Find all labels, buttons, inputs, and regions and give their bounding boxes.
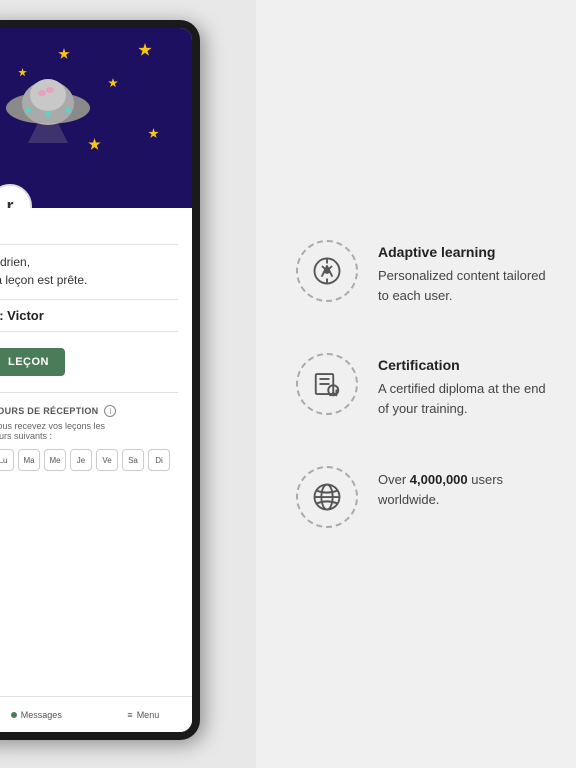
- greeting-text: Adrien,ta leçon est prête.: [0, 253, 178, 289]
- certification-title: Certification: [378, 357, 546, 373]
- compass-icon: [312, 256, 342, 286]
- certification-text: Certification A certified diploma at the…: [378, 353, 546, 418]
- menu-label: Menu: [137, 710, 160, 720]
- info-icon[interactable]: i: [104, 405, 116, 417]
- tablet-screen: r Adrien,ta leçon est prête. 1: Victor L…: [0, 28, 192, 732]
- divider-lesson: [0, 331, 178, 332]
- certificate-icon: [312, 369, 342, 399]
- tablet-content: Adrien,ta leçon est prête. 1: Victor LEÇ…: [0, 208, 192, 481]
- worldwide-desc: Over 4,000,000 users worldwide.: [378, 470, 546, 509]
- ufo-illustration: [0, 53, 103, 143]
- star-decoration: [148, 128, 159, 139]
- messages-label: Messages: [21, 710, 62, 720]
- tablet-header: r: [0, 28, 192, 208]
- days-row: Lu Ma Me Je Ve Sa Di: [0, 449, 178, 471]
- tablet-device: r Adrien,ta leçon est prête. 1: Victor L…: [0, 20, 200, 740]
- day-ve[interactable]: Ve: [96, 449, 118, 471]
- divider-greeting: [0, 299, 178, 300]
- globe-icon: [312, 482, 342, 512]
- reception-desc: Vous recevez vos leçons lesjours suivant…: [0, 421, 178, 441]
- reception-header: JOURS DE RÉCEPTION i: [0, 405, 178, 417]
- adaptive-learning-icon-wrapper: [296, 240, 358, 302]
- adaptive-learning-title: Adaptive learning: [378, 244, 546, 260]
- feature-certification: Certification A certified diploma at the…: [296, 353, 546, 418]
- nav-messages[interactable]: Messages: [11, 710, 62, 720]
- reception-label: JOURS DE RÉCEPTION: [0, 406, 98, 416]
- day-me[interactable]: Me: [44, 449, 66, 471]
- certification-desc: A certified diploma at the end of your t…: [378, 379, 546, 418]
- feature-adaptive-learning: Adaptive learning Personalized content t…: [296, 240, 546, 305]
- features-panel: Adaptive learning Personalized content t…: [256, 0, 576, 768]
- star-decoration: [108, 78, 118, 88]
- lesson-button[interactable]: LEÇON: [0, 348, 65, 376]
- day-sa[interactable]: Sa: [122, 449, 144, 471]
- nav-menu[interactable]: ≡ Menu: [127, 710, 159, 720]
- day-di[interactable]: Di: [148, 449, 170, 471]
- worldwide-icon-wrapper: [296, 466, 358, 528]
- lesson-number-text: 1: Victor: [0, 308, 44, 323]
- lesson-title: 1: Victor: [0, 308, 178, 323]
- day-ma[interactable]: Ma: [18, 449, 40, 471]
- divider-top: [0, 244, 178, 245]
- divider-btn: [0, 392, 178, 393]
- star-decoration: [138, 43, 152, 57]
- reception-section: JOURS DE RÉCEPTION i Vous recevez vos le…: [0, 405, 178, 471]
- worldwide-text: Over 4,000,000 users worldwide.: [378, 466, 546, 509]
- adaptive-learning-desc: Personalized content tailored to each us…: [378, 266, 546, 305]
- day-lu[interactable]: Lu: [0, 449, 14, 471]
- app-logo: r: [0, 184, 32, 208]
- menu-icon: ≡: [127, 710, 132, 720]
- day-je[interactable]: Je: [70, 449, 92, 471]
- certification-icon-wrapper: [296, 353, 358, 415]
- adaptive-learning-text: Adaptive learning Personalized content t…: [378, 240, 546, 305]
- messages-dot: [11, 712, 17, 718]
- tablet-nav: Messages ≡ Menu: [0, 696, 192, 732]
- user-count: 4,000,000: [410, 472, 468, 487]
- feature-worldwide: Over 4,000,000 users worldwide.: [296, 466, 546, 528]
